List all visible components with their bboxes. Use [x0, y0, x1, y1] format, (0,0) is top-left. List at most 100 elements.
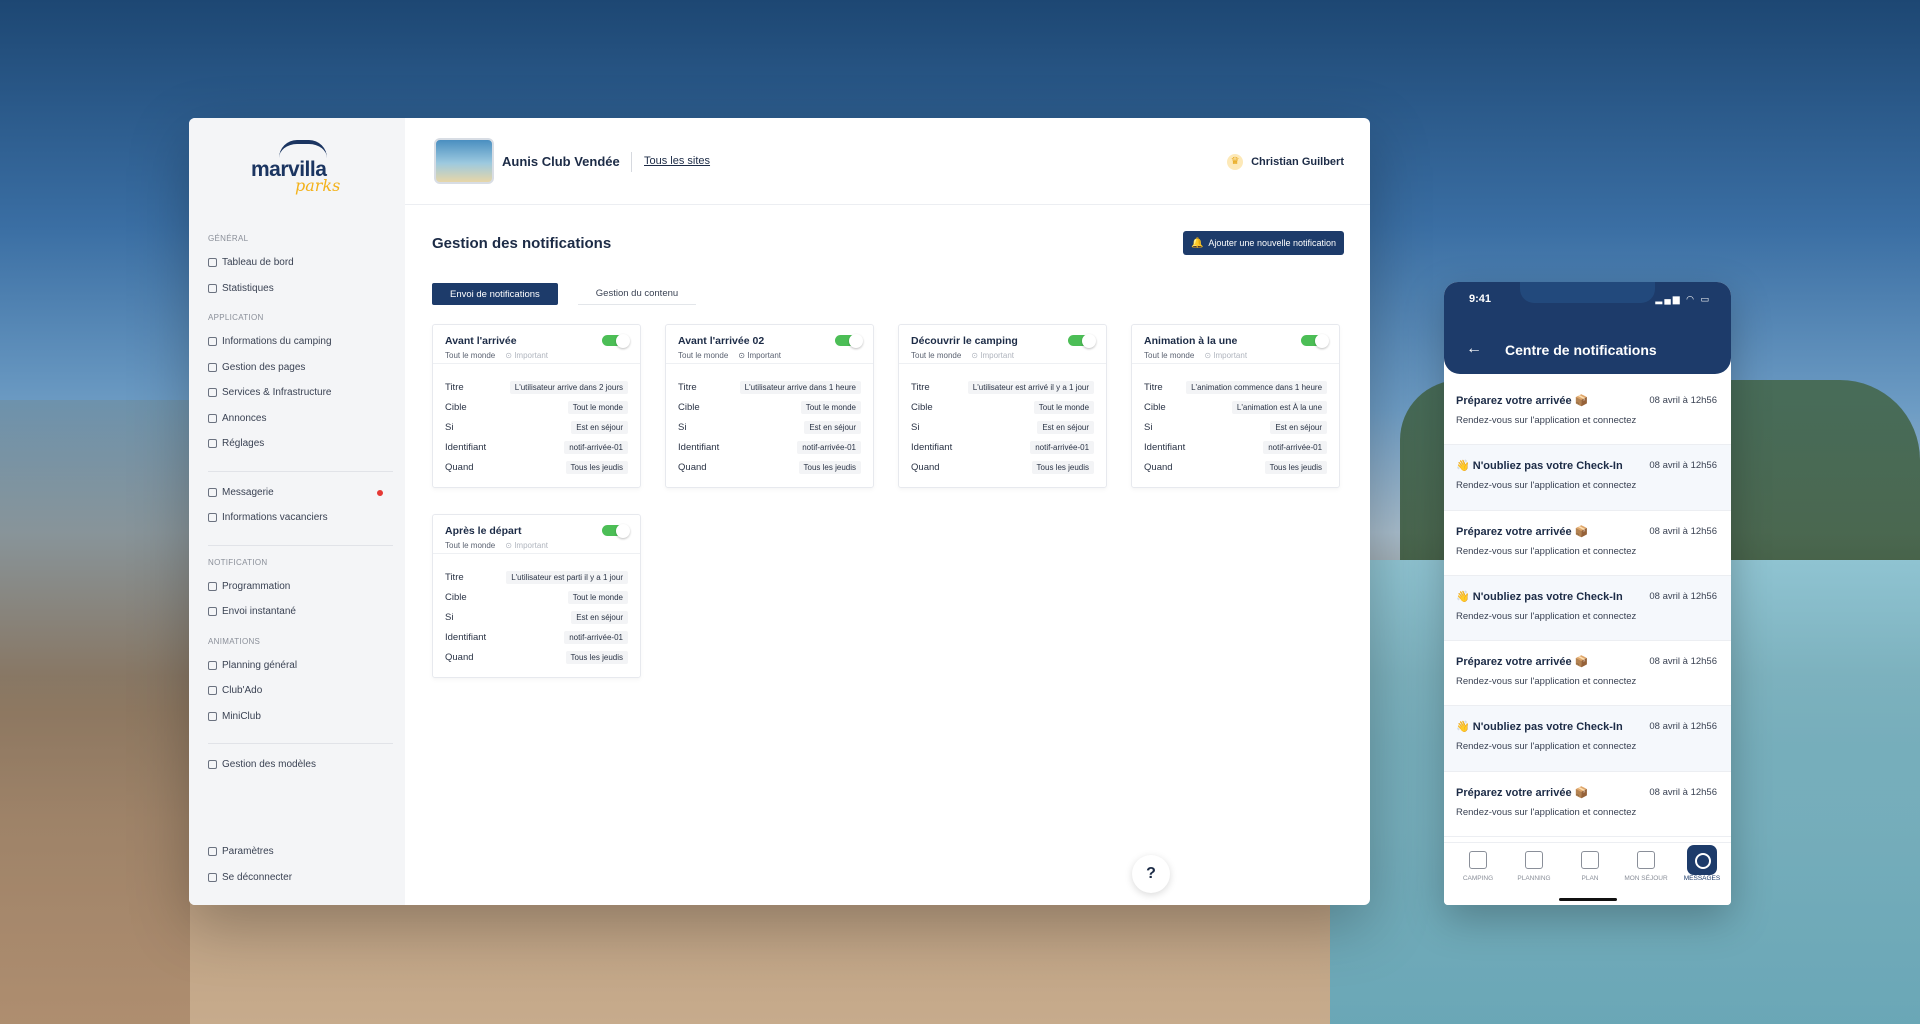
sidebar-item-label: Envoi instantané	[222, 606, 296, 618]
card-row-value: Tous les jeudis	[1264, 460, 1328, 474]
crown-icon: ♛	[1227, 154, 1244, 170]
notification-date: 08 avril à 12h56	[1649, 525, 1717, 537]
sidebar-item-general-planning[interactable]: Planning général	[208, 653, 393, 679]
card-row-value: L'animation commence dans 1 heure	[1186, 380, 1328, 394]
help-button[interactable]: ?	[1132, 855, 1170, 893]
card-important: ⊙ Important	[1204, 351, 1248, 360]
enable-toggle[interactable]	[835, 333, 864, 348]
enable-toggle[interactable]	[1068, 333, 1097, 348]
sidebar-item-services[interactable]: Services & Infrastructure	[208, 380, 393, 406]
card-audience: Tout le monde	[1144, 351, 1195, 360]
notification-list: Préparez votre arrivée 📦 08 avril à 12h5…	[1444, 380, 1731, 838]
notification-title: Préparez votre arrivée 📦	[1456, 395, 1589, 407]
notification-item[interactable]: 👋 N'oubliez pas votre Check-In 08 avril …	[1444, 706, 1731, 772]
home-indicator	[1559, 898, 1617, 901]
nav-section-animations: Animations	[208, 636, 261, 646]
notification-item[interactable]: Préparez votre arrivée 📦 08 avril à 12h5…	[1444, 641, 1731, 707]
sidebar-item-messaging[interactable]: Messagerie	[208, 480, 393, 506]
sidebar-item-logout[interactable]: Se déconnecter	[208, 865, 393, 891]
notification-title: 👋 N'oubliez pas votre Check-In	[1456, 460, 1623, 473]
card-audience: Tout le monde	[678, 351, 729, 360]
notification-item[interactable]: Préparez votre arrivée 📦 08 avril à 12h5…	[1444, 380, 1731, 446]
notification-date: 08 avril à 12h56	[1649, 395, 1717, 406]
phone-tab-mon-sejour[interactable]: Mon séjour	[1621, 851, 1671, 882]
signal-wifi-battery-icon: ▂▄▆ ◠ ▭	[1655, 294, 1711, 304]
phone-tab-plan[interactable]: Plan	[1565, 851, 1615, 882]
card-subtitle: Tout le monde ⊙ Important	[445, 351, 548, 360]
notification-card[interactable]: Découvrir le camping Tout le monde ⊙ Imp…	[898, 324, 1108, 488]
marvilla-logo[interactable]: marvilla parks	[251, 138, 351, 198]
notification-card[interactable]: Animation à la une Tout le monde ⊙ Impor…	[1131, 324, 1341, 488]
sidebar-item-announcements[interactable]: Annonces	[208, 406, 393, 432]
messages-icon	[1687, 845, 1717, 875]
card-row-value: Tout le monde	[1033, 400, 1095, 414]
sidebar-item-scheduling[interactable]: Programmation	[208, 574, 393, 600]
sidebar-item-guest-info[interactable]: Informations vacanciers	[208, 505, 393, 531]
card-row-value: Est en séjour	[804, 420, 862, 434]
card-row: Identifiant notif-arrivée-01	[445, 627, 628, 647]
sidebar-item-camping-info[interactable]: Informations du camping	[208, 329, 393, 355]
nav-section-application: Application	[208, 313, 264, 322]
sidebar-item-label: Se déconnecter	[222, 871, 293, 883]
notification-card[interactable]: Avant l'arrivée 02 Tout le monde ⊙ Impor…	[665, 324, 875, 488]
sidebar-item-parameters[interactable]: Paramètres	[208, 839, 393, 865]
sidebar-item-pages[interactable]: Gestion des pages	[208, 355, 393, 381]
card-rows: Titre L'utilisateur est arrivé il y a 1 …	[911, 377, 1095, 477]
card-row-key: Si	[678, 421, 687, 433]
notification-card[interactable]: Après le départ Tout le monde ⊙ Importan…	[432, 514, 641, 678]
sidebar-item-dashboard[interactable]: Tableau de bord	[208, 250, 393, 276]
notification-title: Préparez votre arrivée 📦	[1456, 525, 1589, 538]
card-row-key: Identifiant	[445, 631, 487, 643]
card-row: Cible Tout le monde	[911, 397, 1095, 417]
phone-tab-label: Mon séjour	[1624, 875, 1668, 882]
sidebar-item-statistics[interactable]: Statistiques	[208, 276, 393, 302]
card-row-value: Est en séjour	[1037, 420, 1095, 434]
card-row-key: Cible	[1144, 401, 1166, 413]
notification-item[interactable]: Préparez votre arrivée 📦 08 avril à 12h5…	[1444, 511, 1731, 576]
main-content: Aunis Club Vendée Tous les sites ♛ Chris…	[405, 118, 1370, 905]
notification-item[interactable]: 👋 N'oubliez pas votre Check-In 08 avril …	[1444, 575, 1731, 642]
phone-header: 9:41 ▂▄▆ ◠ ▭ ← Centre de notifications	[1444, 282, 1731, 374]
phone-tab-messages[interactable]: Messages	[1677, 845, 1727, 882]
sidebar-item-label: Services & Infrastructure	[222, 387, 332, 399]
card-important: ⊙ Important	[738, 351, 782, 360]
card-row: Quand Tous les jeudis	[911, 457, 1095, 477]
notification-item[interactable]: 👋 N'oubliez pas votre Check-In 08 avril …	[1444, 445, 1731, 511]
card-row-value: notif-arrivée-01	[797, 440, 862, 454]
tab-send-notifications[interactable]: Envoi de notifications	[432, 283, 558, 305]
phone-tab-planning[interactable]: Planning	[1509, 851, 1559, 882]
add-notification-button[interactable]: 🔔 Ajouter une nouvelle notification	[1182, 231, 1344, 255]
card-row: Quand Tous les jeudis	[1144, 457, 1328, 477]
notification-message: Rendez-vous sur l'application et connect…	[1456, 676, 1637, 688]
tab-content-management[interactable]: Gestion du contenu	[577, 283, 697, 305]
sidebar-item-instant-send[interactable]: Envoi instantané	[208, 599, 393, 625]
card-row: Si Est en séjour	[911, 417, 1095, 437]
card-row: Si Est en séjour	[445, 417, 628, 437]
card-row-value: Tous les jeudis	[565, 460, 628, 474]
sidebar-item-label: Annonces	[222, 412, 267, 424]
card-title: Avant l'arrivée	[445, 335, 517, 347]
card-row-key: Titre	[445, 571, 464, 583]
nav-divider	[208, 544, 393, 546]
notification-card[interactable]: Avant l'arrivée Tout le monde ⊙ Importan…	[432, 324, 641, 488]
all-sites-link[interactable]: Tous les sites	[644, 155, 710, 167]
card-row-key: Titre	[445, 381, 464, 393]
notification-item[interactable]: Préparez votre arrivée 📦 08 avril à 12h5…	[1444, 772, 1731, 838]
sidebar-item-templates[interactable]: Gestion des modèles	[208, 752, 393, 778]
enable-toggle[interactable]	[602, 333, 630, 348]
sidebar-item-settings-app[interactable]: Réglages	[208, 431, 393, 457]
user-menu[interactable]: ♛ Christian Guilbert	[1227, 154, 1344, 170]
sidebar-item-miniclub[interactable]: MiniClub	[208, 704, 393, 730]
card-important-label: Important	[514, 351, 548, 360]
sidebar-item-club-ado[interactable]: Club'Ado	[208, 678, 393, 704]
phone-tab-label: Planning	[1517, 875, 1551, 882]
back-arrow-icon[interactable]: ←	[1466, 340, 1482, 358]
enable-toggle[interactable]	[1301, 333, 1330, 348]
card-audience: Tout le monde	[911, 351, 962, 360]
card-row: Quand Tous les jeudis	[445, 457, 628, 477]
card-row-value: L'utilisateur est arrivé il y a 1 jour	[967, 380, 1095, 394]
site-logo[interactable]	[434, 138, 494, 184]
card-row: Si Est en séjour	[1144, 417, 1328, 437]
enable-toggle[interactable]	[602, 523, 630, 538]
phone-tab-camping[interactable]: Camping	[1453, 851, 1503, 882]
